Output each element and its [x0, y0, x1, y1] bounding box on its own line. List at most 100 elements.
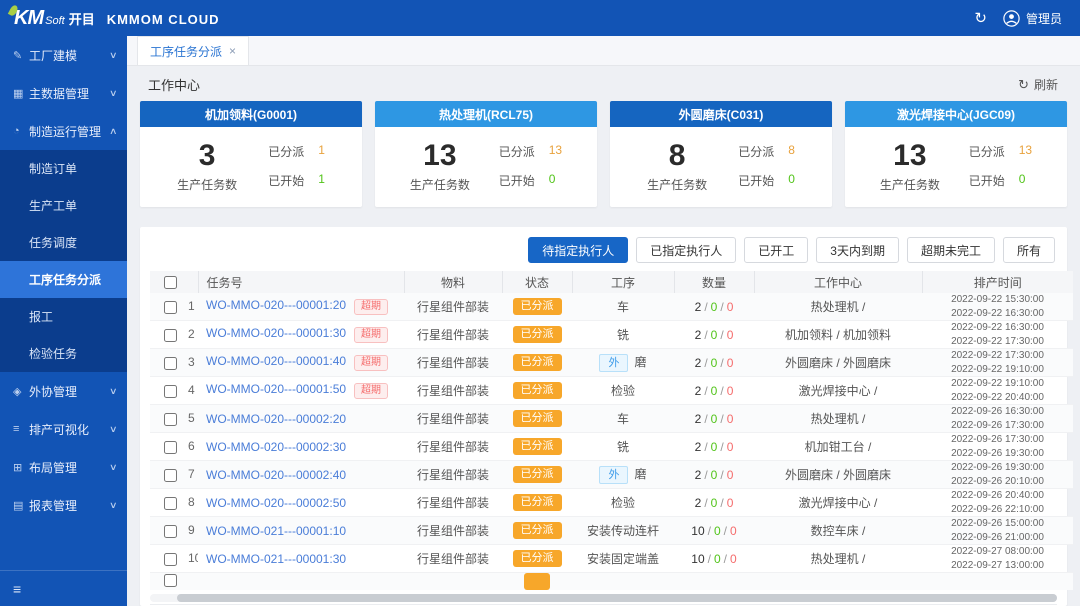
schedule-time-cell: 2022-09-26 15:00:002022-09-26 21:00:00 — [922, 517, 1073, 545]
task-number-link[interactable]: WO-MMO-020---00001:50 — [206, 382, 346, 396]
row-checkbox[interactable] — [164, 329, 177, 342]
sidebar-collapse-icon[interactable]: ≡ — [13, 581, 21, 597]
sidebar-item-label: 工厂建模 — [29, 47, 110, 64]
row-checkbox[interactable] — [164, 469, 177, 482]
sidebar-item-outsourcing[interactable]: ◈ 外协管理 ∨ — [0, 372, 127, 410]
table-row[interactable]: 8 WO-MMO-020---00002:50 行星组件部装 已分派 检验 2/… — [150, 489, 1073, 517]
qty-cell: 2/0/0 — [674, 489, 754, 517]
status-badge: 已分派 — [513, 298, 562, 315]
horizontal-scrollbar[interactable] — [150, 592, 1057, 604]
overdue-badge: 超期 — [354, 299, 388, 315]
table-row[interactable]: 2 WO-MMO-020---00001:30超期 行星组件部装 已分派 铣 2… — [150, 321, 1073, 349]
task-number-link[interactable]: WO-MMO-020---00001:40 — [206, 354, 346, 368]
outsourced-tag: 外 — [599, 466, 628, 484]
workcenter-card[interactable]: 外圆磨床(C031) 8 生产任务数 已分派8 已开始0 — [610, 101, 832, 207]
qty-cell: 10/0/0 — [674, 545, 754, 573]
filter-pending-assignee-button[interactable]: 待指定执行人 — [528, 237, 628, 263]
material-cell: 行星组件部装 — [404, 293, 502, 321]
row-checkbox[interactable] — [164, 574, 177, 587]
sidebar-item-factory-modeling[interactable]: ✎ 工厂建模 ∨ — [0, 36, 127, 74]
row-checkbox[interactable] — [164, 525, 177, 538]
main-content: 工序任务分派 × 工作中心 ↻ 刷新 机加领料(G0001) — [127, 36, 1080, 606]
filter-started-button[interactable]: 已开工 — [744, 237, 808, 263]
select-all-checkbox[interactable] — [164, 276, 177, 289]
manufacturing-operations-icon: ◔ — [13, 125, 29, 137]
sidebar-subitem-production-work-orders[interactable]: 生产工单 — [0, 187, 127, 224]
table-row[interactable]: 1 WO-MMO-020---00001:20超期 行星组件部装 已分派 车 2… — [150, 293, 1073, 321]
workcenter-cell: 机加钳工台 / — [754, 433, 922, 461]
task-number-link[interactable]: WO-MMO-020---00002:30 — [206, 440, 346, 454]
topbar-actions: ↻ 管理员 — [974, 9, 1062, 27]
row-checkbox[interactable] — [164, 553, 177, 566]
sidebar-item-master-data[interactable]: ▦ 主数据管理 ∨ — [0, 74, 127, 112]
assigned-label: 已分派 — [738, 143, 774, 160]
tab-close-icon[interactable]: × — [229, 44, 236, 58]
task-number-link[interactable]: WO-MMO-020---00001:20 — [206, 298, 346, 312]
table-row[interactable]: 10 WO-MMO-021---00001:30 行星组件部装 已分派 安装固定… — [150, 545, 1073, 573]
sidebar-subitem-work-reporting[interactable]: 报工 — [0, 298, 127, 335]
material-cell: 行星组件部装 — [404, 461, 502, 489]
sidebar-subitem-inspection-tasks[interactable]: 检验任务 — [0, 335, 127, 372]
refresh-button[interactable]: ↻ 刷新 — [1018, 76, 1058, 93]
sidebar-subitem-operation-task-dispatch[interactable]: 工序任务分派 — [0, 261, 127, 298]
schedule-time-cell: 2022-09-22 16:30:002022-09-22 17:30:00 — [922, 321, 1073, 349]
row-checkbox[interactable] — [164, 357, 177, 370]
scrollbar-thumb[interactable] — [177, 594, 1057, 602]
filter-due-3days-button[interactable]: 3天内到期 — [816, 237, 899, 263]
filter-assigned-button[interactable]: 已指定执行人 — [636, 237, 736, 263]
master-data-icon: ▦ — [13, 87, 29, 100]
sidebar: ✎ 工厂建模 ∨ ▦ 主数据管理 ∨ ◔ 制造运行管理 ∧ 制造订单 生产工单 — [0, 36, 127, 606]
row-checkbox[interactable] — [164, 301, 177, 314]
sidebar-item-layout-management[interactable]: ⊞ 布局管理 ∨ — [0, 448, 127, 486]
qty-cell: 2/0/0 — [674, 349, 754, 377]
task-number-link[interactable]: WO-MMO-020---00001:30 — [206, 326, 346, 340]
table-row[interactable]: 3 WO-MMO-020---00001:40超期 行星组件部装 已分派 外磨 … — [150, 349, 1073, 377]
status-badge: 已分派 — [513, 410, 562, 427]
chevron-down-icon: ∨ — [109, 386, 118, 397]
logo-chinese-text: 开目 — [69, 9, 95, 28]
user-menu[interactable]: 管理员 — [1003, 10, 1062, 27]
column-header-task: 任务号 — [198, 271, 404, 293]
task-number-link[interactable]: WO-MMO-021---00001:30 — [206, 552, 346, 566]
filter-all-button[interactable]: 所有 — [1003, 237, 1055, 263]
sidebar-subitem-task-scheduling[interactable]: 任务调度 — [0, 224, 127, 261]
table-row[interactable]: 7 WO-MMO-020---00002:40 行星组件部装 已分派 外磨 2/… — [150, 461, 1073, 489]
task-number-link[interactable]: WO-MMO-020---00002:40 — [206, 468, 346, 482]
sidebar-subitem-manufacturing-orders[interactable]: 制造订单 — [0, 150, 127, 187]
material-cell: 行星组件部装 — [404, 405, 502, 433]
row-checkbox[interactable] — [164, 385, 177, 398]
task-number-link[interactable]: WO-MMO-021---00001:10 — [206, 524, 346, 538]
workcenter-cell: 机加领料 / 机加领料 — [754, 321, 922, 349]
filter-overdue-button[interactable]: 超期未完工 — [907, 237, 995, 263]
table-row[interactable]: 9 WO-MMO-021---00001:10 行星组件部装 已分派 安装传动连… — [150, 517, 1073, 545]
sidebar-footer: ≡ — [0, 570, 127, 606]
logo-km-mark: KM — [14, 7, 43, 30]
status-badge: 已分派 — [513, 466, 562, 483]
tab-operation-task-dispatch[interactable]: 工序任务分派 × — [137, 36, 249, 65]
qty-cell: 2/0/0 — [674, 293, 754, 321]
workcenter-section-title: 工作中心 — [148, 75, 200, 94]
workcenter-card[interactable]: 激光焊接中心(JGC09) 13 生产任务数 已分派13 已开始0 — [845, 101, 1067, 207]
schedule-time-cell: 2022-09-26 17:30:002022-09-26 19:30:00 — [922, 433, 1073, 461]
workcenter-card[interactable]: 热处理机(RCL75) 13 生产任务数 已分派13 已开始0 — [375, 101, 597, 207]
sidebar-item-manufacturing-operations[interactable]: ◔ 制造运行管理 ∧ — [0, 112, 127, 150]
material-cell: 行星组件部装 — [404, 321, 502, 349]
table-row[interactable]: 4 WO-MMO-020---00001:50超期 行星组件部装 已分派 检验 … — [150, 377, 1073, 405]
sidebar-item-report-management[interactable]: ▤ 报表管理 ∨ — [0, 486, 127, 524]
row-checkbox[interactable] — [164, 497, 177, 510]
header-refresh-icon[interactable]: ↻ — [974, 9, 987, 27]
table-row[interactable]: 6 WO-MMO-020---00002:30 行星组件部装 已分派 铣 2/0… — [150, 433, 1073, 461]
table-row[interactable]: 5 WO-MMO-020---00002:20 行星组件部装 已分派 车 2/0… — [150, 405, 1073, 433]
sidebar-item-scheduling-visualization[interactable]: ≡ 排产可视化 ∨ — [0, 410, 127, 448]
app-window: KM Soft 开目 KMMOM CLOUD ↻ 管理员 ✎ 工厂建模 — [0, 0, 1080, 606]
column-header-status: 状态 — [502, 271, 572, 293]
task-number-link[interactable]: WO-MMO-020---00002:20 — [206, 412, 346, 426]
row-checkbox[interactable] — [164, 413, 177, 426]
row-checkbox[interactable] — [164, 441, 177, 454]
process-cell: 安装传动连杆 — [587, 524, 659, 538]
production-task-label: 生产任务数 — [880, 176, 940, 193]
workcenter-card-title: 外圆磨床(C031) — [610, 101, 832, 127]
workcenter-card-title: 机加领料(G0001) — [140, 101, 362, 127]
workcenter-card[interactable]: 机加领料(G0001) 3 生产任务数 已分派1 已开始1 — [140, 101, 362, 207]
task-number-link[interactable]: WO-MMO-020---00002:50 — [206, 496, 346, 510]
